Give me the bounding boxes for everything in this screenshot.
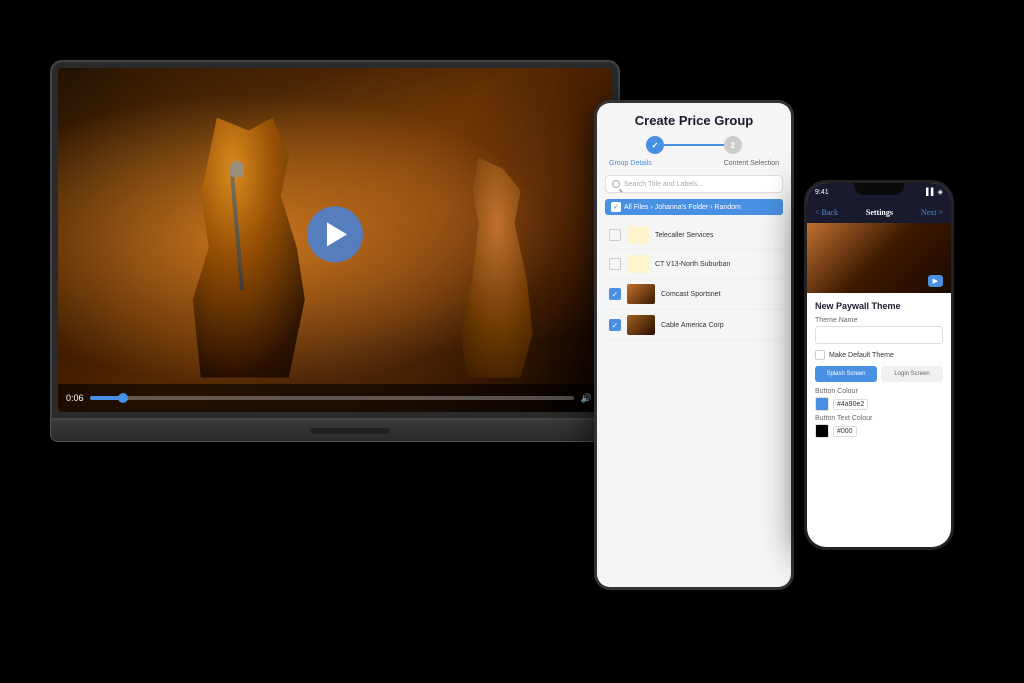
laptop: 0:06 🔊 ⛶	[50, 60, 650, 580]
button-text-color-label: Button Text Colour	[815, 415, 943, 422]
folder-icon-2	[627, 255, 649, 273]
file-name-4: Cable America Corp	[661, 322, 779, 329]
file-thumb-4	[627, 315, 655, 335]
button-text-color-swatch[interactable]	[815, 424, 829, 438]
play-button[interactable]	[307, 206, 363, 262]
login-screen-button[interactable]: Login Screen	[881, 366, 943, 382]
phone-notch	[854, 183, 904, 195]
step-1-number: ✓	[652, 141, 659, 150]
step-1-circle: ✓	[646, 136, 664, 154]
folder-icon-1	[627, 226, 649, 244]
play-icon	[327, 222, 347, 246]
folder-path[interactable]: All Files › Johanna's Folder › Random	[605, 199, 783, 215]
file-item-2[interactable]: CT V13-North Suburban	[605, 250, 783, 279]
search-placeholder: Search Title and Labels...	[624, 181, 703, 188]
paywall-form: New Paywall Theme Theme Name Make Defaul…	[807, 293, 951, 450]
file-item-4[interactable]: ✓ Cable America Corp	[605, 310, 783, 341]
button-color-value: #4a90e2	[833, 399, 868, 410]
folder-path-text: All Files › Johanna's Folder › Random	[624, 204, 741, 211]
nav-title: Settings	[866, 208, 893, 217]
button-color-row[interactable]: #4a90e2	[815, 397, 943, 411]
tablet-content: Create Price Group ✓ 2 Group Details Con…	[597, 103, 791, 351]
button-color-swatch[interactable]	[815, 397, 829, 411]
tablet-screen: Create Price Group ✓ 2 Group Details Con…	[597, 103, 791, 587]
file-item-1[interactable]: Telecaller Services	[605, 221, 783, 250]
phone-play-button[interactable]: ▶	[928, 275, 943, 287]
stepper: ✓ 2	[605, 136, 783, 154]
default-theme-checkbox[interactable]	[815, 350, 825, 360]
volume-icon[interactable]: 🔊	[580, 393, 591, 404]
step-line	[664, 144, 724, 146]
phone-video-thumb: ▶	[807, 223, 951, 293]
nav-next-button[interactable]: Next >	[921, 208, 943, 217]
step-labels: Group Details Content Selection	[605, 160, 783, 167]
step-2-circle: 2	[724, 136, 742, 154]
splash-login-buttons: Splash Screen Login Screen	[815, 366, 943, 382]
phone: 9:41 ▌▌ ◈ < Back Settings Next > ▶ New P…	[804, 180, 954, 550]
tablet-title: Create Price Group	[605, 113, 783, 128]
button-text-color-row[interactable]: #000	[815, 424, 943, 438]
video-time: 0:06	[66, 393, 84, 403]
step-2-number: 2	[731, 141, 735, 150]
laptop-screen: 0:06 🔊 ⛶	[58, 68, 612, 412]
theme-name-input[interactable]	[815, 326, 943, 344]
nav-back-button[interactable]: < Back	[815, 208, 838, 217]
status-time: 9:41	[815, 189, 829, 196]
laptop-body: 0:06 🔊 ⛶	[50, 60, 620, 420]
progress-dot	[118, 393, 128, 403]
file-item-3[interactable]: ✓ Comcast Sportsnet	[605, 279, 783, 310]
theme-name-label: Theme Name	[815, 317, 943, 324]
default-theme-row: Make Default Theme	[815, 350, 943, 360]
file-checkbox-4[interactable]: ✓	[609, 319, 621, 331]
button-color-label: Button Colour	[815, 388, 943, 395]
file-name-2: CT V13-North Suburban	[655, 261, 779, 268]
paywall-title: New Paywall Theme	[815, 301, 943, 311]
tablet: Create Price Group ✓ 2 Group Details Con…	[594, 100, 794, 590]
step-2-label: Content Selection	[724, 160, 779, 167]
phone-nav-bar: < Back Settings Next >	[807, 201, 951, 223]
file-name-1: Telecaller Services	[655, 232, 779, 239]
video-controls: 0:06 🔊 ⛶	[58, 384, 612, 412]
phone-screen: 9:41 ▌▌ ◈ < Back Settings Next > ▶ New P…	[807, 183, 951, 547]
thumb-img-3	[627, 284, 655, 304]
progress-bar[interactable]	[90, 396, 575, 400]
file-checkbox-2[interactable]	[609, 258, 621, 270]
search-box[interactable]: Search Title and Labels...	[605, 175, 783, 193]
thumb-img-4	[627, 315, 655, 335]
file-checkbox-1[interactable]	[609, 229, 621, 241]
file-checkbox-3[interactable]: ✓	[609, 288, 621, 300]
button-text-color-value: #000	[833, 426, 857, 437]
step-1-label: Group Details	[609, 160, 652, 167]
search-icon	[612, 180, 620, 188]
file-name-3: Comcast Sportsnet	[661, 291, 779, 298]
splash-screen-button[interactable]: Splash Screen	[815, 366, 877, 382]
laptop-base	[50, 420, 650, 442]
file-thumb-3	[627, 284, 655, 304]
scene: 0:06 🔊 ⛶ Create Price Group	[0, 0, 1024, 683]
status-icons: ▌▌ ◈	[926, 188, 943, 196]
default-theme-label: Make Default Theme	[829, 352, 894, 359]
folder-check-icon	[611, 202, 621, 212]
